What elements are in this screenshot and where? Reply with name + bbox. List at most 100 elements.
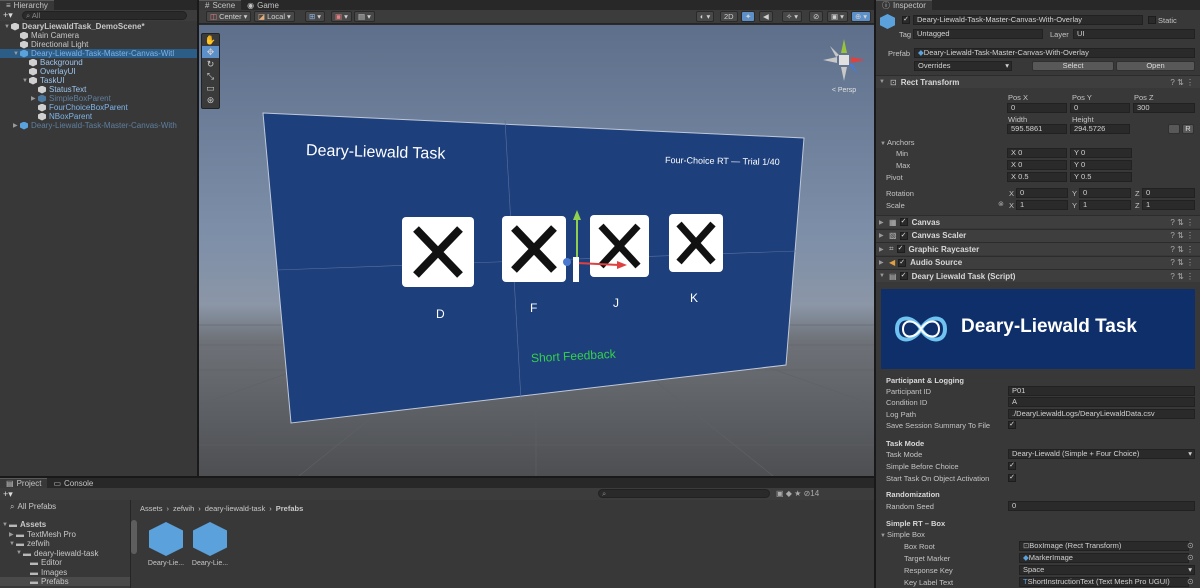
gizmos-button[interactable]: ⊕ ▾ <box>851 11 872 22</box>
chevron-down-icon[interactable]: ▼ <box>13 51 20 57</box>
move-gizmo[interactable] <box>549 205 639 295</box>
scale-y-field[interactable]: 1 <box>1079 200 1131 210</box>
static-checkbox[interactable] <box>1148 16 1156 24</box>
component-menu-icons[interactable]: ? ⇅ ⋮ <box>1170 272 1194 281</box>
component-header[interactable]: ▶ ◀ ✓ Audio Source ? ⇅ ⋮ <box>876 255 1200 269</box>
tab-scene[interactable]: # Scene <box>199 0 242 10</box>
project-folder-item[interactable]: ▼ ▬ zefwih <box>0 539 130 548</box>
random-seed-field[interactable]: 0 <box>1008 501 1195 511</box>
component-enabled-checkbox[interactable]: ✓ <box>899 218 908 226</box>
project-folder-item[interactable]: ▬ Images <box>0 568 130 577</box>
response-key-dropdown[interactable]: Space ▾ <box>1019 565 1195 575</box>
component-header[interactable]: ▶ ▧ ✓ Canvas Scaler ? ⇅ ⋮ <box>876 228 1200 242</box>
object-picker-icon[interactable]: ⊙ <box>1187 577 1194 586</box>
overrides-dropdown[interactable]: Overrides ▾ <box>914 61 1012 71</box>
component-header[interactable]: ▶ ▦ ✓ Canvas ? ⇅ ⋮ <box>876 215 1200 228</box>
hierarchy-item[interactable]: NBoxParent <box>0 112 197 121</box>
breadcrumb-zefwih[interactable]: zefwih <box>173 504 194 513</box>
rect-transform-header[interactable]: ▼ ⊡ Rect Transform ? ⇅ ⋮ <box>876 75 1200 88</box>
effects-toggle[interactable]: ✧ ▾ <box>782 11 803 22</box>
project-scrollbar[interactable] <box>131 520 137 554</box>
scene-viewport[interactable]: ✋ ✥ ↻ ⤡ ▭ ⊛ < Persp Deary-Liewald Task F… <box>199 25 874 476</box>
prefab-open-button[interactable]: Open <box>1116 61 1195 71</box>
grid-snap-button[interactable]: ⊞ ▾ <box>305 11 326 22</box>
scale-x-field[interactable]: 1 <box>1016 200 1068 210</box>
participant-id-field[interactable]: P01 <box>1008 386 1195 396</box>
component-enabled-checkbox[interactable]: ✓ <box>898 258 907 267</box>
anchor-min-x[interactable]: X 0 <box>1007 148 1067 158</box>
hierarchy-item[interactable]: Directional Light <box>0 40 197 49</box>
simple-before-checkbox[interactable]: ✓ <box>1008 462 1016 470</box>
anchor-min-y[interactable]: Y 0 <box>1070 148 1132 158</box>
component-menu-icons[interactable]: ? ⇅ ⋮ <box>1170 218 1194 227</box>
tab-inspector[interactable]: ⓘ Inspector <box>876 0 932 10</box>
chevron-down-icon[interactable]: ▼ <box>16 550 23 556</box>
hierarchy-item[interactable]: ▶ SimpleBoxParent <box>0 94 197 103</box>
key-label-text-field[interactable]: TShortInstructionText (Text Mesh Pro UGU… <box>1019 577 1189 587</box>
ruler-button[interactable]: ▤ ▾ <box>354 11 375 22</box>
project-folder-item[interactable]: ▶ ▬ TextMesh Pro <box>0 530 130 539</box>
pivot-mode-dropdown[interactable]: ◫ Center ▾ <box>206 11 252 22</box>
asset-prefab-1[interactable]: Deary-Lie... <box>146 522 186 567</box>
chevron-down-icon[interactable]: ▼ <box>22 78 29 84</box>
hierarchy-item[interactable]: ▼ Deary-Liewald-Task-Master-Canvas-Witl <box>0 49 197 58</box>
active-checkbox[interactable]: ✓ <box>902 16 910 24</box>
all-prefabs-item[interactable]: ⌕ All Prefabs <box>0 502 130 512</box>
hierarchy-item[interactable]: ▼ DearyLiewaldTask_DemoScene* <box>0 22 197 31</box>
pos-y-field[interactable]: 0 <box>1070 103 1130 113</box>
component-menu-icons[interactable]: ? ⇅ ⋮ <box>1170 245 1194 254</box>
audio-toggle[interactable]: ◀ <box>759 11 773 22</box>
rot-x-field[interactable]: 0 <box>1016 188 1068 198</box>
tab-project[interactable]: ▤ Project <box>0 478 48 488</box>
hierarchy-item[interactable]: Background <box>0 58 197 67</box>
link-scale-icon[interactable]: ⊗ <box>998 200 1004 208</box>
component-enabled-checkbox[interactable]: ✓ <box>899 272 908 280</box>
hierarchy-item[interactable]: OverlayUI <box>0 67 197 76</box>
hierarchy-item[interactable]: StatusText <box>0 85 197 94</box>
breadcrumb-deary-liewald-task[interactable]: deary-liewald-task <box>205 504 265 513</box>
save-summary-checkbox[interactable]: ✓ <box>1008 421 1016 429</box>
tag-dropdown[interactable]: Untagged <box>913 29 1043 39</box>
project-folder-item[interactable]: ▼ ▬ Assets <box>0 520 130 529</box>
blueprint-mode-button[interactable] <box>1168 124 1180 134</box>
tab-console[interactable]: ▭ Console <box>47 478 100 488</box>
object-name-field[interactable]: Deary-Liewald-Task-Master-Canvas-With-Ov… <box>913 15 1143 25</box>
rot-y-field[interactable]: 0 <box>1079 188 1131 198</box>
asset-prefab-2[interactable]: Deary-Lie... <box>190 522 230 567</box>
lighting-toggle[interactable]: ✦ <box>741 11 756 22</box>
project-search-input[interactable]: ⌕ <box>598 489 770 498</box>
layer-dropdown[interactable]: UI <box>1073 29 1195 39</box>
pos-x-field[interactable]: 0 <box>1007 103 1067 113</box>
snap-increment-button[interactable]: ▣ ▾ <box>331 11 352 22</box>
component-enabled-checkbox[interactable]: ✓ <box>899 231 908 240</box>
filter-icons[interactable]: ▣ ◆ ★ ⊘14 <box>776 489 819 498</box>
tab-hierarchy[interactable]: ≡ Hierarchy <box>0 0 54 10</box>
hierarchy-item[interactable]: Main Camera <box>0 31 197 40</box>
prefab-field[interactable]: ◆Deary-Liewald-Task-Master-Canvas-With-O… <box>914 48 1195 58</box>
add-icon[interactable]: +▾ <box>3 10 13 21</box>
pivot-x[interactable]: X 0.5 <box>1007 172 1067 182</box>
scale-z-field[interactable]: 1 <box>1142 200 1195 210</box>
chevron-down-icon[interactable]: ▶ <box>9 531 16 538</box>
breadcrumb-prefabs[interactable]: Prefabs <box>276 504 304 513</box>
project-folder-item[interactable]: ▼ ▬ deary-liewald-task <box>0 549 130 558</box>
width-field[interactable]: 595.5861 <box>1007 124 1067 134</box>
condition-id-field[interactable]: A <box>1008 397 1195 407</box>
hierarchy-item[interactable]: ▶ Deary-Liewald-Task-Master-Canvas-With <box>0 121 197 130</box>
component-menu-icons[interactable]: ? ⇅ ⋮ <box>1170 258 1194 267</box>
chevron-down-icon[interactable]: ▼ <box>9 541 16 547</box>
task-mode-dropdown[interactable]: Deary-Liewald (Simple + Four Choice) ▾ <box>1008 449 1195 459</box>
anchor-max-x[interactable]: X 0 <box>1007 160 1067 170</box>
chevron-down-icon[interactable]: ▼ <box>4 24 11 30</box>
space-mode-dropdown[interactable]: ◪ Local ▾ <box>254 11 295 22</box>
component-menu-icons[interactable]: ? ⇅ ⋮ <box>1170 231 1194 240</box>
height-field[interactable]: 294.5726 <box>1070 124 1130 134</box>
component-menu-icons[interactable]: ? ⇅ ⋮ <box>1170 78 1194 87</box>
toggle-2d-button[interactable]: 2D <box>720 11 738 22</box>
object-picker-icon[interactable]: ⊙ <box>1187 541 1194 550</box>
camera-button[interactable]: ▣ ▾ <box>827 11 848 22</box>
add-asset-icon[interactable]: +▾ <box>3 489 13 500</box>
rot-z-field[interactable]: 0 <box>1142 188 1195 198</box>
chevron-right-icon[interactable]: ▶ <box>13 122 20 129</box>
project-folder-item[interactable]: ▬ Editor <box>0 558 130 567</box>
